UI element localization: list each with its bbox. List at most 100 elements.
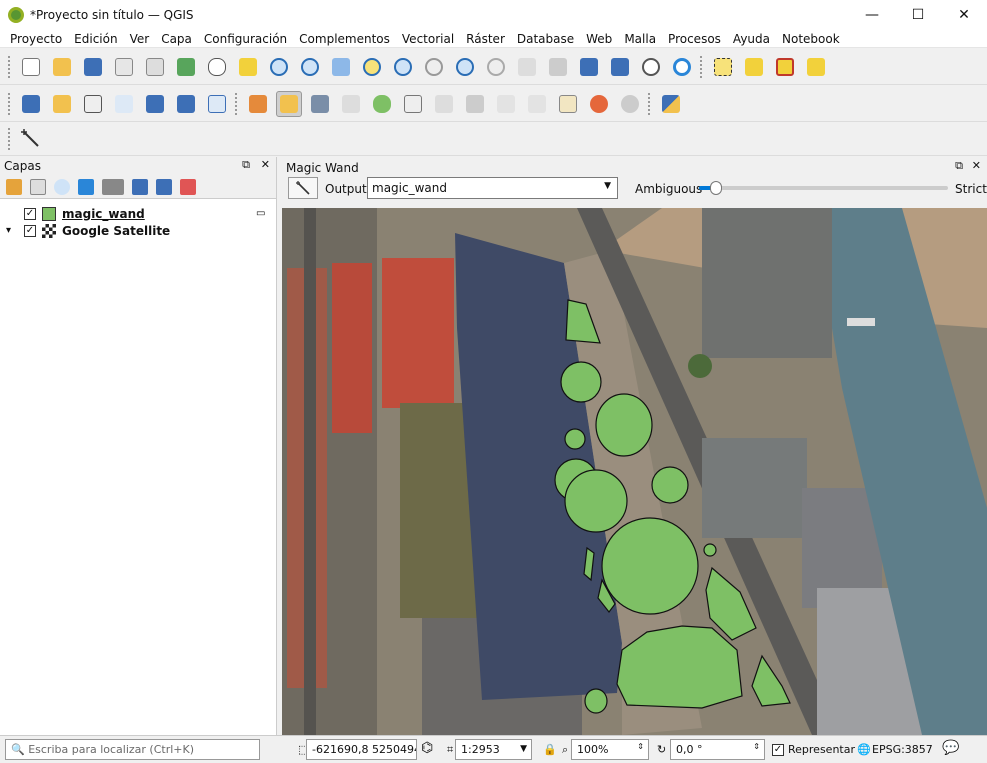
expand-arrow-icon[interactable]: ▾ (6, 225, 24, 236)
select-by-value-icon[interactable] (741, 54, 767, 80)
close-panel-icon[interactable]: ✕ (972, 159, 981, 172)
close-button[interactable]: ✕ (941, 0, 987, 30)
satellite-map[interactable] (282, 208, 987, 735)
undo-icon[interactable] (586, 91, 612, 117)
add-group-icon[interactable] (30, 178, 46, 195)
expand-all-icon[interactable] (132, 178, 148, 195)
lock-scale-icon[interactable]: 🔒 (543, 743, 557, 756)
maximize-button[interactable]: ☐ (895, 0, 941, 30)
menu-edicion[interactable]: Edición (74, 32, 117, 46)
close-panel-icon[interactable]: ✕ (261, 158, 270, 171)
add-delimited-text-icon[interactable] (111, 91, 137, 117)
add-xyz-layer-icon[interactable] (173, 91, 199, 117)
remove-layer-icon[interactable] (180, 178, 196, 195)
add-polygon-feature-icon[interactable] (369, 91, 395, 117)
new-print-layout-icon[interactable] (111, 54, 137, 80)
zoom-in-icon[interactable] (266, 54, 292, 80)
minimize-button[interactable]: — (849, 0, 895, 30)
zoom-full-icon[interactable] (328, 54, 354, 80)
python-console-icon[interactable] (658, 91, 684, 117)
tolerance-slider[interactable] (699, 181, 948, 195)
layer-magic-wand[interactable]: ✓ magic_wand ▭ (0, 205, 276, 222)
add-wfs-layer-icon[interactable] (204, 91, 230, 117)
toolbar-grip[interactable] (700, 55, 704, 78)
new-geopackage-layer-icon[interactable] (49, 91, 75, 117)
menu-ver[interactable]: Ver (130, 32, 150, 46)
show-bookmarks-icon[interactable] (607, 54, 633, 80)
add-vector-layer-icon[interactable] (80, 91, 106, 117)
open-project-icon[interactable] (49, 54, 75, 80)
delete-selected-icon[interactable] (462, 91, 488, 117)
menu-configuracion[interactable]: Configuración (204, 32, 287, 46)
zoom-out-icon[interactable] (297, 54, 323, 80)
deselect-features-icon[interactable] (772, 54, 798, 80)
menu-vectorial[interactable]: Vectorial (402, 32, 454, 46)
layer-checkbox[interactable]: ✓ (24, 224, 36, 237)
zoom-to-selection-icon[interactable] (359, 54, 385, 80)
float-panel-icon[interactable]: ⧉ (955, 159, 963, 173)
render-checkbox[interactable]: ✓ (772, 744, 784, 756)
current-edits-icon[interactable] (245, 91, 271, 117)
digitize-icon[interactable] (338, 91, 364, 117)
toolbar-grip[interactable] (8, 128, 12, 150)
extents-toggle-icon[interactable]: ⌬ (421, 740, 433, 756)
filter-legend-icon[interactable] (78, 178, 94, 195)
pan-to-selection-icon[interactable] (235, 54, 261, 80)
temporal-controller-icon[interactable] (638, 54, 664, 80)
copy-features-icon[interactable] (524, 91, 550, 117)
messages-icon[interactable]: 💬 (942, 740, 959, 756)
style-dock-icon[interactable] (6, 178, 22, 195)
select-by-location-icon[interactable] (803, 54, 829, 80)
save-project-icon[interactable] (80, 54, 106, 80)
refresh-icon[interactable] (669, 54, 695, 80)
manage-visibility-icon[interactable] (54, 178, 70, 195)
new-bookmark-icon[interactable] (576, 54, 602, 80)
layout-manager-icon[interactable] (142, 54, 168, 80)
menu-web[interactable]: Web (586, 32, 612, 46)
data-source-manager-icon[interactable] (18, 91, 44, 117)
crs-label[interactable]: EPSG:3857 (872, 743, 933, 756)
pan-icon[interactable] (204, 54, 230, 80)
select-features-icon[interactable] (710, 54, 736, 80)
map-canvas[interactable] (282, 208, 987, 735)
save-layer-edits-icon[interactable] (307, 91, 333, 117)
zoom-last-icon[interactable] (452, 54, 478, 80)
output-layer-select[interactable]: magic_wand ▼ (367, 177, 618, 199)
modify-attributes-icon[interactable] (431, 91, 457, 117)
add-wms-layer-icon[interactable] (142, 91, 168, 117)
toolbar-grip[interactable] (235, 92, 239, 115)
new-project-icon[interactable] (18, 54, 44, 80)
scale-field[interactable]: 1:2953 ▼ (455, 739, 532, 760)
magnifier-field[interactable]: 100% ⇕ (571, 739, 649, 760)
menu-notebook[interactable]: Notebook (782, 32, 840, 46)
locator-search-input[interactable]: 🔍 Escriba para localizar (Ctrl+K) (5, 739, 260, 760)
vertex-tool-icon[interactable] (400, 91, 426, 117)
new-3d-map-view-icon[interactable] (545, 54, 571, 80)
menu-raster[interactable]: Ráster (466, 32, 505, 46)
layer-checkbox[interactable]: ✓ (24, 207, 36, 220)
tolerance-handle[interactable] (710, 181, 723, 195)
cut-features-icon[interactable] (493, 91, 519, 117)
editing-indicator-icon[interactable]: ▭ (256, 208, 265, 219)
redo-icon[interactable] (617, 91, 643, 117)
float-panel-icon[interactable]: ⧉ (242, 158, 250, 172)
magic-wand-icon[interactable] (18, 126, 44, 152)
toolbar-grip[interactable] (8, 55, 12, 78)
menu-malla[interactable]: Malla (624, 32, 656, 46)
paste-features-icon[interactable] (555, 91, 581, 117)
zoom-to-layer-icon[interactable] (390, 54, 416, 80)
wand-tool-button[interactable] (288, 177, 318, 199)
menu-complementos[interactable]: Complementos (299, 32, 390, 46)
style-manager-icon[interactable] (173, 54, 199, 80)
toolbar-grip[interactable] (648, 92, 652, 115)
filter-expression-icon[interactable] (102, 178, 124, 195)
zoom-next-icon[interactable] (483, 54, 509, 80)
toolbar-grip[interactable] (8, 92, 12, 115)
menu-capa[interactable]: Capa (161, 32, 192, 46)
menu-database[interactable]: Database (517, 32, 574, 46)
zoom-native-icon[interactable] (421, 54, 447, 80)
toggle-editing-icon[interactable] (276, 90, 302, 117)
collapse-all-icon[interactable] (156, 178, 172, 195)
rotation-field[interactable]: 0,0 ° ⇕ (670, 739, 765, 760)
menu-ayuda[interactable]: Ayuda (733, 32, 770, 46)
